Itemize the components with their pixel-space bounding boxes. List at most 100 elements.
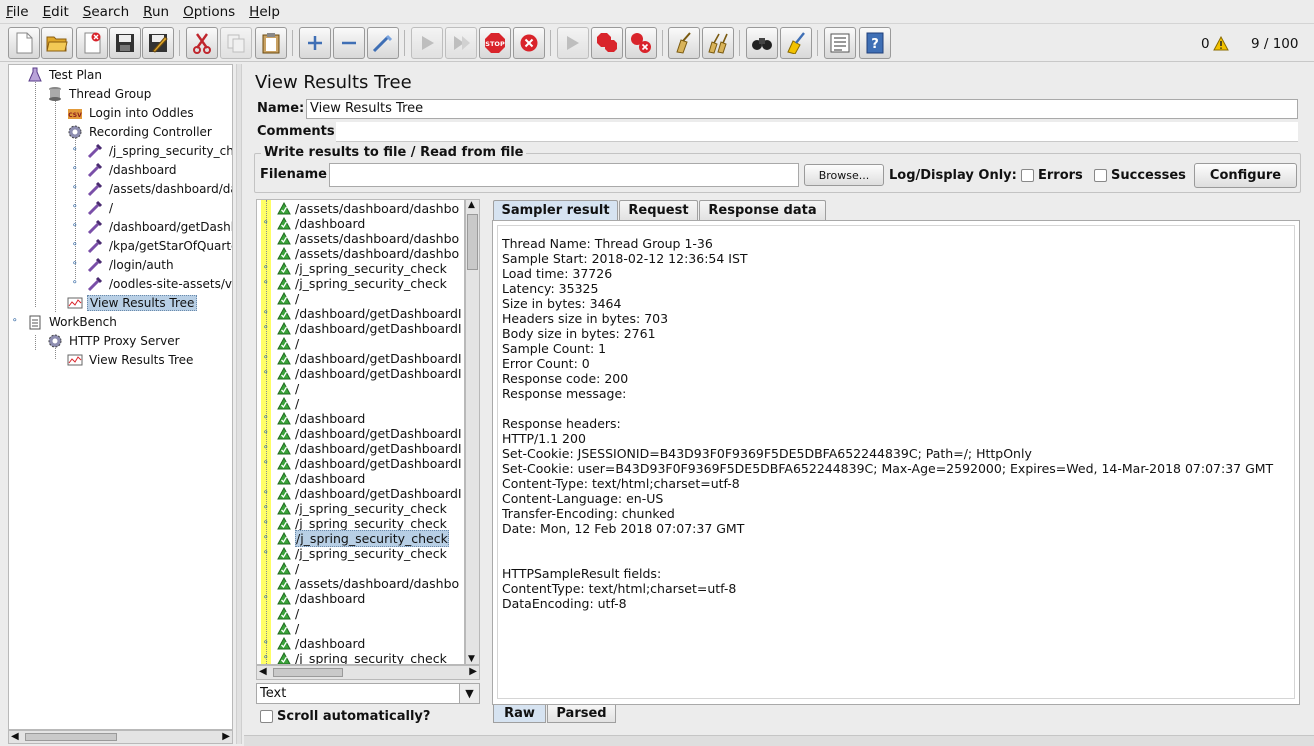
sampler-result-text[interactable]: Thread Name: Thread Group 1-36 Sample Sta… [497,225,1295,699]
tab-parsed[interactable]: Parsed [547,705,616,723]
scroll-left-icon[interactable]: ◀ [259,666,267,677]
cut-button[interactable] [186,27,218,59]
expand-toggle[interactable]: ⚬ [262,489,271,498]
result-row[interactable]: / [277,291,299,306]
tree-node-recording-controller[interactable]: Recording Controller [67,122,214,141]
result-row[interactable]: /j_spring_security_check [277,516,447,531]
tree-node-test-plan[interactable]: Test Plan [27,65,104,84]
result-row[interactable]: /dashboard/getDashboardI [277,426,462,441]
expand-toggle[interactable]: ⚬ [71,165,80,174]
renderer-select[interactable]: Text ▼ [256,683,480,704]
expand-toggle[interactable]: ⚬ [262,504,271,513]
tree-node-login-oddles[interactable]: CSV Login into Oddles [67,103,196,122]
result-row[interactable]: /dashboard/getDashboardI [277,441,462,456]
save-as-button[interactable] [142,27,174,59]
expand-toggle[interactable]: ⚬ [262,219,271,228]
result-row[interactable]: /j_spring_security_check [277,530,449,547]
scroll-thumb[interactable] [467,214,478,270]
expand-toggle[interactable]: ⚬ [71,241,80,250]
result-row[interactable]: /dashboard/getDashboardI [277,321,462,336]
paste-button[interactable] [255,27,287,59]
expand-toggle[interactable]: ⚬ [71,184,80,193]
expand-toggle[interactable]: ⚬ [71,222,80,231]
start-no-pause-button[interactable] [445,27,477,59]
results-vertical-scrollbar[interactable]: ▲ ▼ [465,199,480,665]
search-button[interactable] [746,27,778,59]
name-field[interactable]: View Results Tree [306,99,1298,119]
result-row[interactable]: /dashboard [277,471,365,486]
expand-toggle[interactable]: ⚬ [262,324,271,333]
expand-toggle[interactable]: ⚬ [262,354,271,363]
result-row[interactable]: /dashboard [277,411,365,426]
expand-toggle[interactable]: ⚬ [262,414,271,423]
tree-node-sampler[interactable]: /kpa/getStarOfQuarte [87,236,232,255]
tree-node-http-proxy[interactable]: HTTP Proxy Server [47,331,182,350]
result-row[interactable]: /j_spring_security_check [277,651,447,664]
filename-field[interactable] [329,163,799,187]
collapse-all-button[interactable] [333,27,365,59]
result-row[interactable]: /dashboard [277,216,365,231]
tree-node-sampler[interactable]: /j_spring_security_che [87,141,232,160]
expand-toggle[interactable]: ⚬ [262,429,271,438]
result-row[interactable]: /assets/dashboard/dashbo [277,246,459,261]
templates-button[interactable] [41,27,73,59]
result-row[interactable]: / [277,606,299,621]
result-row[interactable]: /j_spring_security_check [277,546,447,561]
expand-toggle[interactable]: ⚬ [11,317,20,326]
tree-node-sampler[interactable]: /assets/dashboard/da [87,179,232,198]
scroll-right-icon[interactable]: ▶ [469,666,477,677]
errors-checkbox[interactable] [1021,169,1034,182]
reset-search-button[interactable] [780,27,812,59]
expand-toggle[interactable]: ⚬ [71,146,80,155]
expand-toggle[interactable]: ⚬ [71,203,80,212]
tree-node-sampler[interactable]: /dashboard [87,160,179,179]
expand-toggle[interactable]: ⚬ [262,459,271,468]
shutdown-button[interactable] [513,27,545,59]
configure-button[interactable]: Configure [1194,163,1297,188]
tree-node-sampler[interactable]: /oodles-site-assets/vi [87,274,232,293]
chevron-down-icon[interactable]: ▼ [459,684,479,703]
results-horizontal-scrollbar[interactable]: ◀ ▶ [256,665,480,680]
close-plan-button[interactable] [76,27,108,59]
scroll-auto-checkbox[interactable] [260,710,273,723]
new-button[interactable] [8,27,40,59]
result-row[interactable]: /dashboard/getDashboardI [277,306,462,321]
comments-field[interactable] [336,122,1298,142]
start-button[interactable] [411,27,443,59]
expand-all-button[interactable] [299,27,331,59]
expand-toggle[interactable]: ⚬ [262,279,271,288]
result-row[interactable]: /assets/dashboard/dashbo [277,576,459,591]
expand-toggle[interactable]: ⚬ [262,519,271,528]
clear-button[interactable] [668,27,700,59]
tree-node-workbench[interactable]: WorkBench [27,312,119,331]
result-row[interactable]: /assets/dashboard/dashbo [277,231,459,246]
result-row[interactable]: / [277,561,299,576]
tab-response-data[interactable]: Response data [699,200,826,220]
pane-splitter[interactable] [236,64,242,744]
remote-shutdown-button[interactable] [625,27,657,59]
menu-run[interactable]: Run [143,4,169,20]
remote-start-button[interactable] [557,27,589,59]
help-button[interactable]: ? [859,27,891,59]
tab-raw[interactable]: Raw [493,705,546,723]
result-row[interactable]: /dashboard/getDashboardI [277,456,462,471]
stop-button[interactable]: STOP [479,27,511,59]
tab-sampler-result[interactable]: Sampler result [493,200,618,220]
result-row[interactable]: /dashboard [277,636,365,651]
expand-toggle[interactable]: ⚬ [71,279,80,288]
result-row[interactable]: /dashboard/getDashboardI [277,366,462,381]
expand-toggle[interactable]: ⚬ [262,444,271,453]
tree-node-view-results-tree[interactable]: View Results Tree [67,293,198,312]
result-row[interactable]: / [277,336,299,351]
expand-toggle[interactable]: ⚬ [262,594,271,603]
expand-toggle[interactable]: ⚬ [262,264,271,273]
scroll-thumb[interactable] [273,668,343,677]
expand-toggle[interactable]: ⚬ [262,309,271,318]
result-row[interactable]: /assets/dashboard/dashbo [277,201,459,216]
function-helper-button[interactable] [824,27,856,59]
expand-toggle[interactable]: ⚬ [262,654,271,663]
scroll-left-icon[interactable]: ◀ [11,731,19,742]
result-row[interactable]: /j_spring_security_check [277,276,447,291]
result-row[interactable]: /dashboard [277,591,365,606]
copy-button[interactable] [220,27,252,59]
